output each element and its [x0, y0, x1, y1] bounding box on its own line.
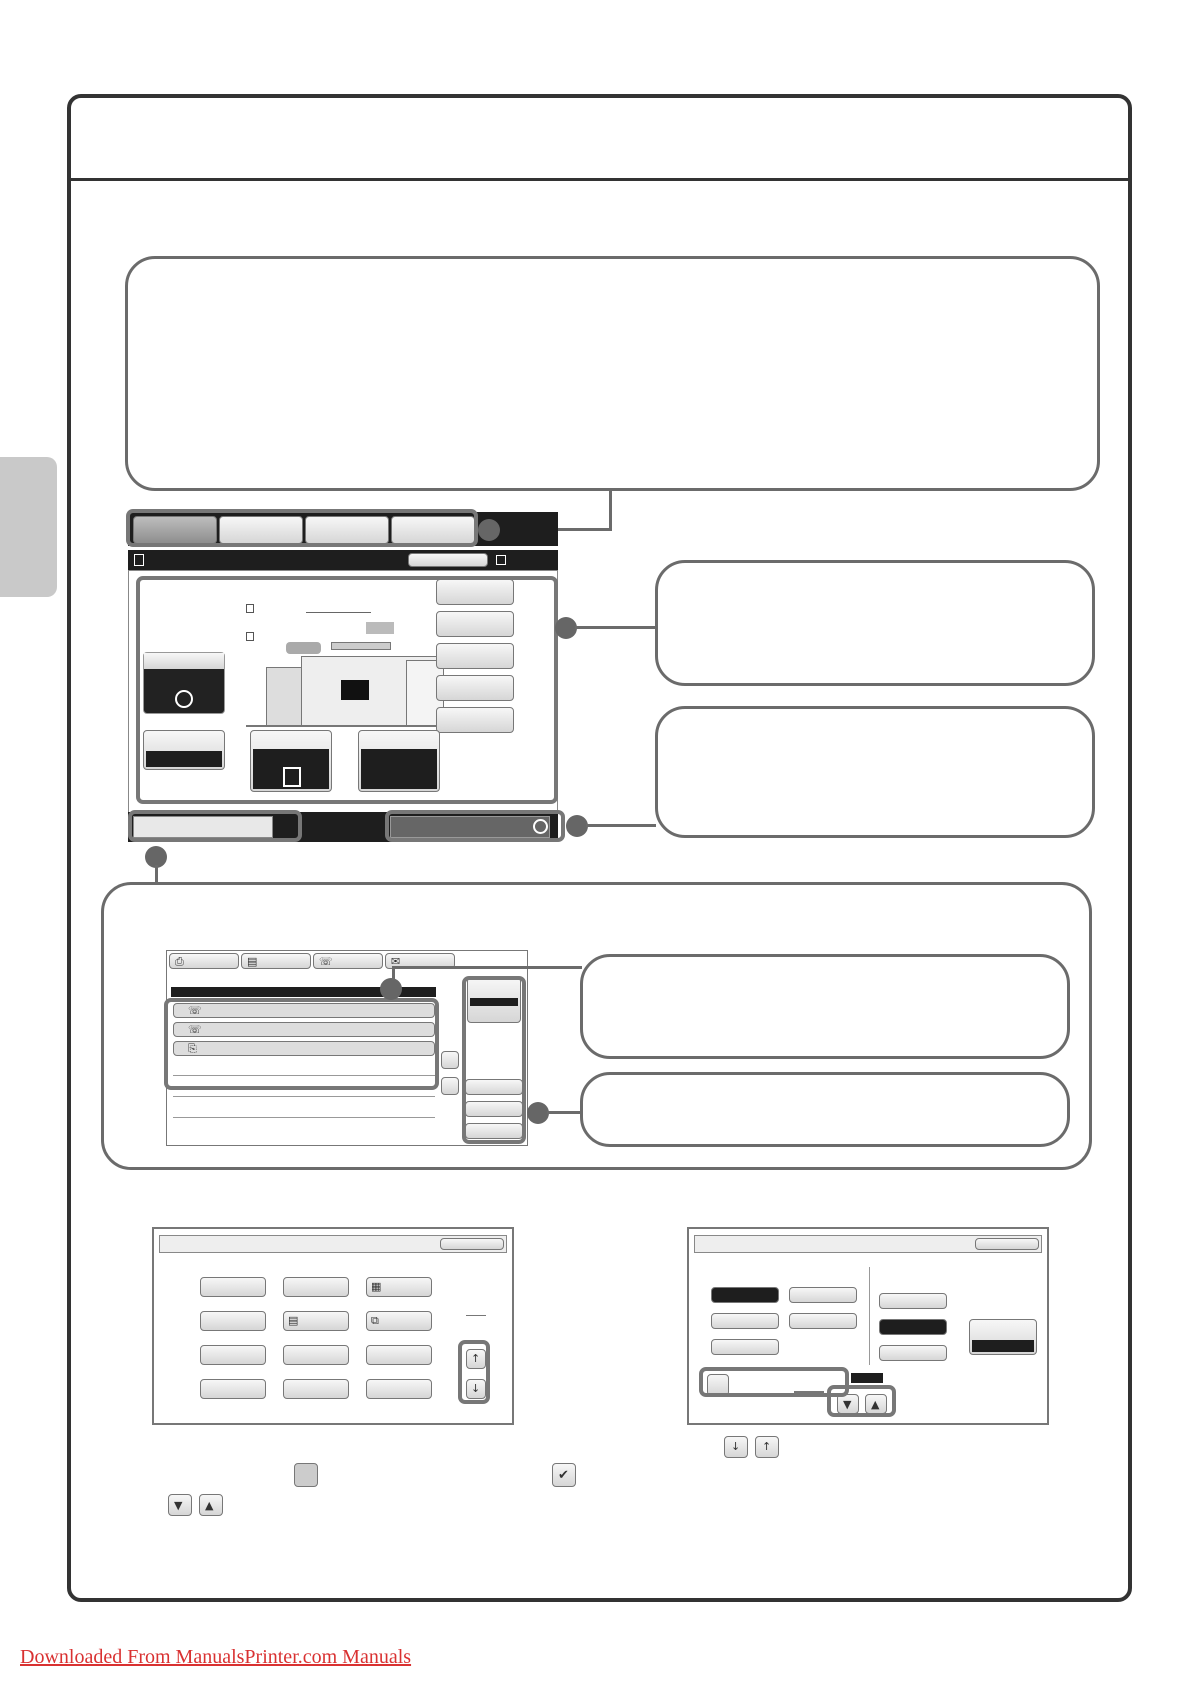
arrow-up-icon: ▲ [199, 1494, 223, 1516]
setting-key[interactable] [879, 1293, 947, 1309]
option-key[interactable] [200, 1345, 266, 1365]
job-list-callout [580, 954, 1070, 1059]
list-line [173, 1117, 435, 1118]
setting-key[interactable] [711, 1313, 779, 1329]
list-line [173, 1096, 435, 1097]
doc-icon [134, 554, 144, 566]
page-arrows-highlight [458, 1340, 490, 1404]
leader-line [392, 966, 582, 969]
callout-dot [566, 815, 588, 837]
document-icon: ▤ [288, 1314, 299, 1327]
option-key[interactable]: ▤ [283, 1311, 349, 1331]
callout-dot [555, 617, 577, 639]
setting-key[interactable] [789, 1313, 857, 1329]
setting-key[interactable] [789, 1287, 857, 1303]
mode-tabs-highlight [126, 509, 478, 547]
select-key[interactable] [969, 1319, 1037, 1355]
leader-line [586, 824, 656, 827]
fax-job-icon: ☏ [319, 955, 333, 968]
option-key[interactable]: ⧉ [366, 1311, 432, 1331]
arrow-down-icon: ▼ [168, 1494, 192, 1516]
page-indicator-line [466, 1315, 486, 1316]
scan-job-icon: ▤ [247, 955, 258, 968]
callout-dot [478, 519, 500, 541]
message-bar-button[interactable] [408, 553, 488, 567]
callout-dot [380, 978, 402, 1000]
job-status-highlight [128, 810, 302, 842]
value-display [851, 1373, 883, 1383]
base-screen-callout [655, 560, 1095, 686]
header-rule [71, 178, 1128, 181]
title-bar-button[interactable] [440, 1238, 504, 1250]
callout-dot [527, 1102, 549, 1124]
option-key[interactable] [366, 1345, 432, 1365]
column-divider [869, 1267, 870, 1365]
mode-tabs-callout [125, 256, 1100, 491]
option-key[interactable] [366, 1379, 432, 1399]
leader-line [609, 490, 612, 530]
scroll-up-icon: ↑ [755, 1436, 779, 1458]
option-key[interactable] [283, 1379, 349, 1399]
download-link[interactable]: Downloaded From ManualsPrinter.com Manua… [20, 1646, 411, 1669]
system-info-highlight [385, 810, 565, 842]
message-bar [128, 550, 558, 570]
option-key[interactable] [200, 1379, 266, 1399]
job-list-highlight [164, 998, 439, 1090]
checked-checkbox-icon: ✔ [552, 1463, 576, 1487]
setting-key[interactable] [711, 1339, 779, 1355]
option-key[interactable] [283, 1345, 349, 1365]
option-key[interactable] [200, 1277, 266, 1297]
option-key[interactable] [283, 1277, 349, 1297]
job-buttons-callout [580, 1072, 1070, 1147]
print-job-icon: ⎙ [175, 955, 184, 968]
paper-icon [496, 555, 506, 565]
setting-key-selected[interactable] [879, 1319, 947, 1335]
tab-print-jobs[interactable]: ⎙ [169, 953, 239, 969]
n-up-icon: ▦ [371, 1280, 382, 1293]
option-key[interactable] [200, 1311, 266, 1331]
leader-line [575, 626, 656, 629]
tab-fax-jobs[interactable]: ☏ [313, 953, 383, 969]
setting-key[interactable] [879, 1345, 947, 1361]
tab-scan-jobs[interactable]: ▤ [241, 953, 311, 969]
scroll-up-button[interactable] [441, 1051, 459, 1069]
title-bar-button[interactable] [975, 1238, 1039, 1250]
leader-line [547, 1111, 582, 1114]
job-buttons-highlight [462, 976, 526, 1144]
chapter-side-tab [0, 457, 57, 597]
unchecked-checkbox-icon [294, 1463, 318, 1487]
value-buttons-highlight [827, 1385, 896, 1417]
setting-key-selected[interactable] [711, 1287, 779, 1303]
scroll-down-button[interactable] [441, 1077, 459, 1095]
system-info-callout [655, 706, 1095, 838]
stack-icon: ⧉ [371, 1314, 379, 1327]
scroll-down-icon: ↓ [724, 1436, 748, 1458]
option-key[interactable]: ▦ [366, 1277, 432, 1297]
base-screen-highlight [136, 576, 558, 804]
